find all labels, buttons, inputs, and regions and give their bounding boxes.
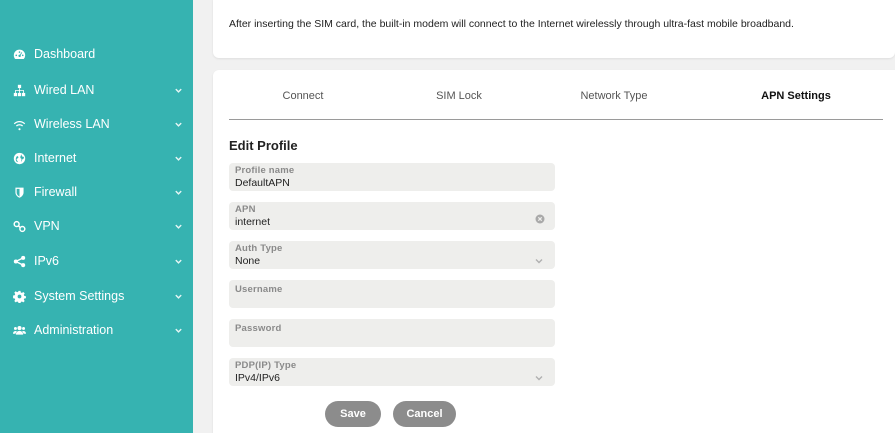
dashboard-icon [12, 47, 26, 61]
sidebar-item-firewall[interactable]: Firewall [0, 177, 193, 207]
chevron-down-icon [173, 85, 183, 95]
password-label: Password [235, 323, 282, 334]
pdp-type-label: PDP(IP) Type [235, 360, 297, 371]
auth-type-select[interactable]: Auth Type None [229, 241, 555, 269]
sidebar-item-label: Administration [34, 323, 114, 337]
chevron-down-icon [535, 252, 543, 264]
users-icon [12, 323, 26, 337]
sidebar-item-administration[interactable]: Administration [0, 315, 193, 345]
sidebar-item-label: Firewall [34, 185, 78, 199]
sidebar-item-vpn[interactable]: VPN [0, 211, 193, 241]
sidebar-item-label: IPv6 [34, 254, 60, 268]
sidebar-item-internet[interactable]: Internet [0, 143, 193, 173]
tab-sim-lock[interactable]: SIM Lock [436, 90, 482, 102]
tab-connect[interactable]: Connect [283, 90, 324, 102]
password-field[interactable]: Password [229, 319, 555, 347]
sidebar-item-wired-lan[interactable]: Wired LAN [0, 75, 193, 105]
sidebar-item-system-settings[interactable]: System Settings [0, 281, 193, 311]
chevron-down-icon [535, 369, 543, 381]
auth-type-label: Auth Type [235, 243, 283, 254]
sidebar-item-label: System Settings [34, 289, 125, 303]
sidebar-item-dashboard[interactable]: Dashboard [0, 39, 193, 69]
chevron-down-icon [173, 221, 183, 231]
cancel-button[interactable]: Cancel [393, 401, 456, 427]
sidebar: Dashboard Wired LAN Wireless LAN Interne… [0, 0, 193, 433]
sitemap-icon [12, 83, 26, 97]
info-text: After inserting the SIM card, the built-… [229, 18, 794, 30]
chevron-down-icon [173, 325, 183, 335]
sidebar-item-label: Wired LAN [34, 83, 95, 97]
chevron-down-icon [173, 187, 183, 197]
edit-profile-title: Edit Profile [229, 138, 298, 153]
chevron-down-icon [173, 153, 183, 163]
chevron-down-icon [173, 256, 183, 266]
tab-apn-settings[interactable]: APN Settings [761, 90, 831, 102]
sidebar-item-wireless-lan[interactable]: Wireless LAN [0, 109, 193, 139]
gear-icon [12, 289, 26, 303]
tab-divider [229, 119, 883, 120]
apn-value: internet [235, 216, 271, 228]
clear-icon[interactable] [535, 211, 545, 224]
save-button[interactable]: Save [325, 401, 381, 427]
apn-settings-card: Connect SIM Lock Network Type APN Settin… [213, 70, 895, 433]
chevron-down-icon [173, 291, 183, 301]
pdp-type-select[interactable]: PDP(IP) Type IPv4/IPv6 [229, 358, 555, 386]
key-icon [12, 219, 26, 233]
sidebar-item-label: VPN [34, 219, 60, 233]
auth-type-value: None [235, 255, 261, 267]
sidebar-item-label: Wireless LAN [34, 117, 110, 131]
sidebar-item-label: Dashboard [34, 47, 96, 61]
profile-name-field[interactable]: Profile name DefaultAPN [229, 163, 555, 191]
sidebar-item-ipv6[interactable]: IPv6 [0, 246, 193, 276]
tab-bar: Connect SIM Lock Network Type APN Settin… [213, 70, 895, 120]
username-label: Username [235, 284, 283, 295]
apn-field[interactable]: APN internet [229, 202, 555, 230]
share-icon [12, 254, 26, 268]
tab-network-type[interactable]: Network Type [580, 90, 647, 102]
profile-name-value: DefaultAPN [235, 177, 290, 189]
shield-icon [12, 185, 26, 199]
username-field[interactable]: Username [229, 280, 555, 308]
wifi-icon [12, 117, 26, 131]
pdp-type-value: IPv4/IPv6 [235, 372, 280, 384]
apn-label: APN [235, 204, 256, 215]
globe-icon [12, 151, 26, 165]
sidebar-item-label: Internet [34, 151, 77, 165]
profile-name-label: Profile name [235, 165, 295, 176]
chevron-down-icon [173, 119, 183, 129]
info-card: After inserting the SIM card, the built-… [213, 0, 895, 58]
